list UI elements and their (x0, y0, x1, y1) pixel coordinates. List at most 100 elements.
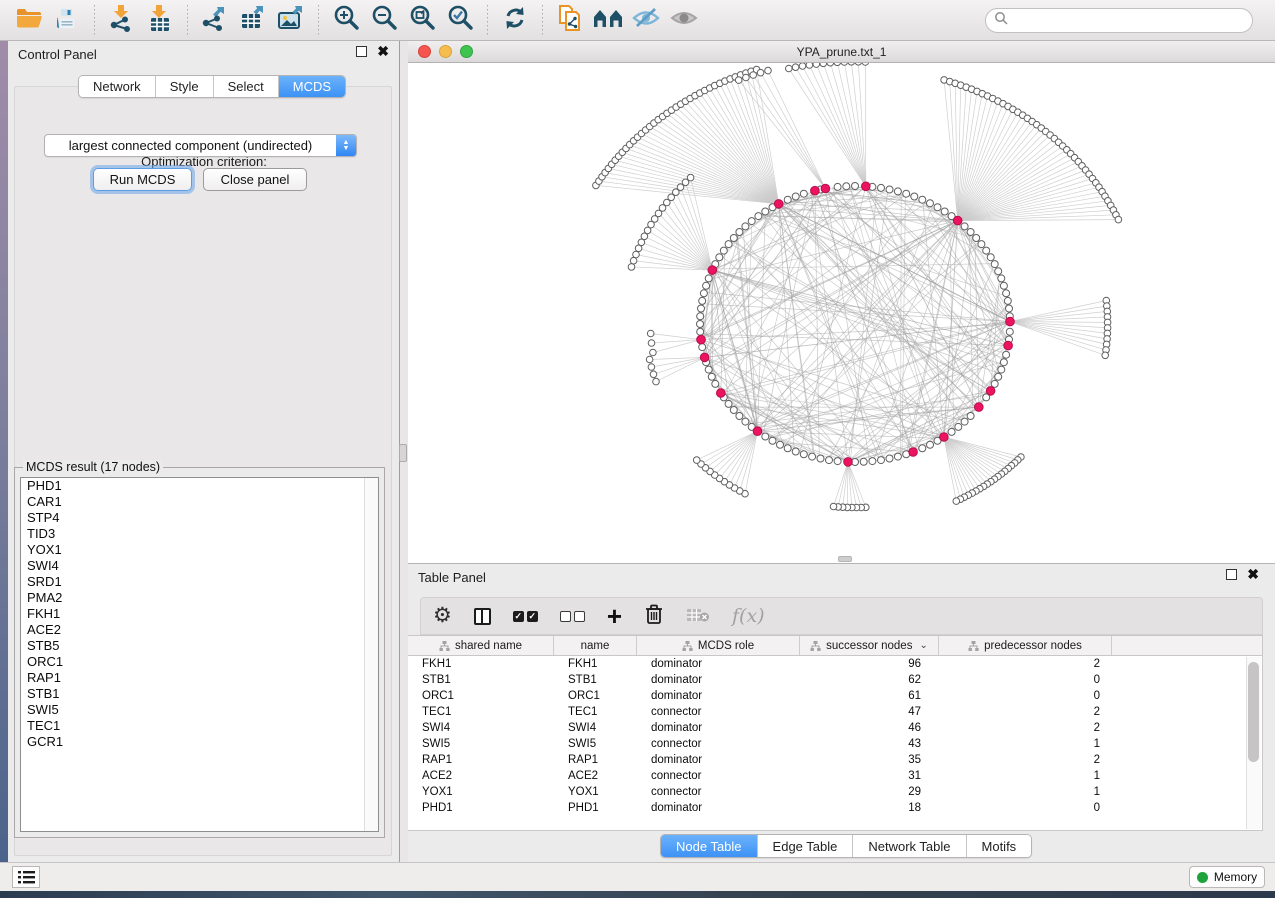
minimize-window-icon[interactable] (439, 45, 452, 58)
refresh-view-button[interactable] (498, 4, 532, 36)
close-panel-button[interactable]: Close panel (203, 168, 307, 191)
memory-status-icon (1197, 872, 1208, 883)
table-row[interactable]: YOX1YOX1connector291 (408, 784, 1262, 800)
maximize-window-icon[interactable] (460, 45, 473, 58)
zoom-fit-button[interactable] (405, 4, 439, 36)
list-item[interactable]: FKH1 (21, 606, 378, 622)
table-row[interactable]: FKH1FKH1dominator962 (408, 656, 1262, 672)
zoom-selected-button[interactable] (443, 4, 477, 36)
table-row[interactable]: RAP1RAP1dominator352 (408, 752, 1262, 768)
table-settings-button[interactable]: ⚙ (433, 604, 452, 628)
float-panel-icon[interactable] (356, 46, 367, 57)
first-neighbors-button[interactable] (591, 4, 625, 36)
export-network-button[interactable] (198, 4, 232, 36)
tab-style[interactable]: Style (156, 76, 214, 97)
list-item[interactable]: ORC1 (21, 654, 378, 670)
table-row[interactable]: PHD1PHD1dominator180 (408, 800, 1262, 816)
node-table-header: shared name name MCDS role successor nod… (408, 636, 1262, 656)
columns-icon (474, 608, 491, 625)
save-session-button[interactable] (50, 4, 84, 36)
list-item[interactable]: PHD1 (21, 478, 378, 494)
add-column-button[interactable]: + (607, 604, 622, 628)
table-row[interactable]: SWI4SWI4dominator462 (408, 720, 1262, 736)
tab-node-table[interactable]: Node Table (661, 835, 758, 857)
hide-selected-button[interactable] (629, 4, 663, 36)
close-window-icon[interactable] (418, 45, 431, 58)
zoom-out-icon (370, 4, 398, 37)
tab-network-table[interactable]: Network Table (853, 835, 966, 857)
import-network-button[interactable] (105, 4, 139, 36)
list-item[interactable]: ACE2 (21, 622, 378, 638)
table-cell: dominator (637, 658, 800, 670)
close-panel-icon[interactable]: ✖ (1247, 569, 1259, 580)
network-graph[interactable] (408, 63, 1275, 563)
list-item[interactable]: STB1 (21, 686, 378, 702)
list-icon (18, 871, 35, 884)
deselect-all-button[interactable] (560, 604, 585, 628)
search-field[interactable] (985, 8, 1253, 33)
list-item[interactable]: PMA2 (21, 590, 378, 606)
network-window-titlebar[interactable]: YPA_prune.txt_1 (408, 41, 1275, 63)
shared-column-icon (439, 641, 450, 651)
vertical-splitter-handle[interactable] (399, 444, 407, 462)
export-table-button[interactable] (236, 4, 270, 36)
toggle-panel-button[interactable] (12, 866, 40, 888)
tab-motifs[interactable]: Motifs (967, 835, 1032, 857)
table-cell: YOX1 (554, 786, 637, 798)
list-item[interactable]: TID3 (21, 526, 378, 542)
table-cell: dominator (637, 674, 800, 686)
table-cell: YOX1 (408, 786, 554, 798)
list-item[interactable]: STP4 (21, 510, 378, 526)
open-session-button[interactable] (12, 4, 46, 36)
duplicate-network-button[interactable] (553, 4, 587, 36)
delete-column-button[interactable] (644, 604, 664, 628)
list-item[interactable]: CAR1 (21, 494, 378, 510)
show-columns-button[interactable] (474, 604, 491, 628)
table-scrollbar-thumb[interactable] (1248, 662, 1259, 762)
float-panel-icon[interactable] (1226, 569, 1237, 580)
table-row[interactable]: ORC1ORC1dominator610 (408, 688, 1262, 704)
column-header-name[interactable]: name (554, 636, 637, 655)
zoom-out-button[interactable] (367, 4, 401, 36)
list-item[interactable]: SRD1 (21, 574, 378, 590)
tab-select[interactable]: Select (214, 76, 279, 97)
optimization-criterion-select[interactable]: largest connected component (undirected)… (44, 134, 357, 157)
table-toolbar: ⚙ ✓✓ + f(x) (420, 597, 1263, 635)
first-neighbors-icon (592, 5, 624, 36)
select-all-button[interactable]: ✓✓ (513, 604, 538, 628)
list-item[interactable]: GCR1 (21, 734, 378, 750)
list-item[interactable]: RAP1 (21, 670, 378, 686)
list-item[interactable]: TEC1 (21, 718, 378, 734)
tab-mcds[interactable]: MCDS (279, 76, 345, 97)
column-header-mcds-role[interactable]: MCDS role (637, 636, 800, 655)
gear-icon: ⚙ (433, 605, 452, 627)
list-item[interactable]: YOX1 (21, 542, 378, 558)
table-row[interactable]: STB1STB1dominator620 (408, 672, 1262, 688)
table-row[interactable]: SWI5SWI5connector431 (408, 736, 1262, 752)
close-panel-icon[interactable]: ✖ (377, 46, 389, 57)
tab-edge-table[interactable]: Edge Table (758, 835, 854, 857)
toolbar-separator (542, 5, 543, 35)
table-row[interactable]: TEC1TEC1connector472 (408, 704, 1262, 720)
column-header-predecessor-nodes[interactable]: predecessor nodes (939, 636, 1112, 655)
memory-button[interactable]: Memory (1189, 866, 1265, 888)
table-row[interactable]: ACE2ACE2connector311 (408, 768, 1262, 784)
network-canvas[interactable] (408, 63, 1275, 563)
function-builder-icon: f(x) (732, 605, 765, 627)
export-image-button[interactable] (274, 4, 308, 36)
list-item[interactable]: SWI4 (21, 558, 378, 574)
mcds-result-list[interactable]: PHD1CAR1STP4TID3YOX1SWI4SRD1PMA2FKH1ACE2… (20, 477, 379, 832)
list-item[interactable]: SWI5 (21, 702, 378, 718)
run-mcds-button[interactable]: Run MCDS (93, 168, 192, 191)
search-input[interactable] (1013, 13, 1244, 27)
list-item[interactable]: STB5 (21, 638, 378, 654)
zoom-in-button[interactable] (329, 4, 363, 36)
table-scrollbar[interactable] (1246, 657, 1261, 829)
column-header-shared-name[interactable]: shared name (408, 636, 554, 655)
tab-network[interactable]: Network (79, 76, 156, 97)
horizontal-splitter-handle[interactable] (838, 556, 852, 562)
import-table-button[interactable] (143, 4, 177, 36)
column-header-successor-nodes[interactable]: successor nodes ⌄ (800, 636, 939, 655)
table-cell: 46 (800, 722, 939, 734)
list-scrollbar[interactable] (364, 478, 378, 831)
